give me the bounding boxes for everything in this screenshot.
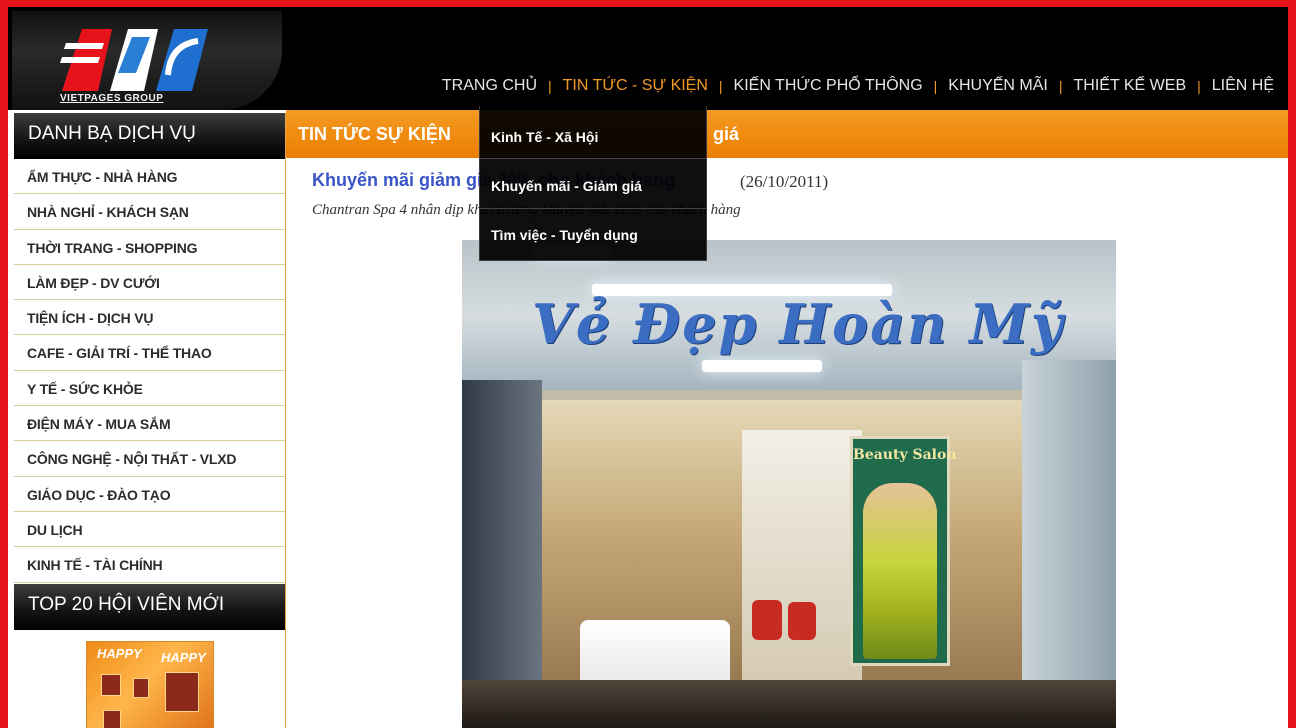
- top-navigation: TRANG CHỦ | TIN TỨC - SỰ KIỆN | KIẾN THỨ…: [438, 73, 1278, 99]
- photo-glass-left: [462, 380, 542, 728]
- category-item[interactable]: ẨM THỰC - NHÀ HÀNG: [14, 159, 285, 195]
- nav-web-design[interactable]: THIẾT KẾ WEB: [1070, 77, 1191, 95]
- thumb-graphic: [133, 678, 149, 698]
- photo-chair: [788, 602, 816, 640]
- photo-glass-right: [1022, 360, 1116, 728]
- nav-separator: |: [548, 78, 552, 94]
- category-item[interactable]: KINH TẾ - TÀI CHÍNH: [14, 547, 285, 583]
- category-item[interactable]: DU LỊCH: [14, 512, 285, 548]
- category-item[interactable]: CÔNG NGHỆ - NỘI THẤT - VLXD: [14, 441, 285, 477]
- photo-sign-text: Vẻ Đẹp Hoàn Mỹ: [532, 292, 1065, 356]
- vpc-logo-icon: [60, 29, 208, 91]
- article-photo: Beauty Salon Vẻ Đẹp Hoàn Mỹ: [462, 240, 1116, 728]
- thumb-graphic: [103, 710, 121, 728]
- nav-separator: |: [718, 78, 723, 94]
- nav-promotions[interactable]: KHUYẾN MÃI: [944, 77, 1052, 95]
- photo-chair: [752, 600, 782, 640]
- dropdown-divider: [480, 158, 706, 159]
- category-item[interactable]: LÀM ĐẸP - DV CƯỚI: [14, 265, 285, 301]
- top20-members-heading: TOP 20 HỘI VIÊN MỚI: [14, 583, 285, 630]
- nav-separator: |: [933, 78, 938, 94]
- category-item[interactable]: TIỆN ÍCH - DỊCH VỤ: [14, 300, 285, 336]
- photo-light: [702, 360, 822, 372]
- category-item[interactable]: THỜI TRANG - SHOPPING: [14, 230, 285, 265]
- news-dropdown-menu: Kinh Tế - Xã Hội Khuyến mãi - Giảm giá T…: [479, 106, 707, 261]
- nav-separator: |: [1058, 78, 1063, 94]
- salon-board-picture: [863, 483, 937, 659]
- thumb-graphic: [101, 674, 121, 696]
- logo-text: VIETPAGES GROUP: [60, 93, 164, 104]
- directory-heading: DANH BẠ DỊCH VỤ: [14, 113, 285, 159]
- photo-floor: [462, 680, 1116, 728]
- column-divider: [285, 113, 286, 728]
- category-list: ẨM THỰC - NHÀ HÀNG NHÀ NGHỈ - KHÁCH SẠN …: [14, 159, 285, 583]
- site-logo[interactable]: VIETPAGES GROUP: [12, 11, 282, 110]
- dropdown-item-promotions[interactable]: Khuyến mãi - Giảm giá: [491, 178, 642, 194]
- salon-board-text: Beauty Salon: [853, 447, 957, 463]
- dropdown-item-economy-society[interactable]: Kinh Tế - Xã Hội: [491, 129, 598, 145]
- nav-contact[interactable]: LIÊN HỆ: [1208, 77, 1278, 95]
- section-bar: TIN TỨC SỰ KIỆN giá: [286, 110, 1288, 158]
- thumb-graphic: [165, 672, 199, 712]
- member-thumbnail[interactable]: HAPPY HAPPY: [86, 641, 214, 728]
- thumb-text: HAPPY: [161, 650, 206, 665]
- category-item[interactable]: GIÁO DỤC - ĐÀO TẠO: [14, 477, 285, 512]
- nav-general-knowledge[interactable]: KIẾN THỨC PHỔ THÔNG: [730, 77, 927, 95]
- section-title: TIN TỨC SỰ KIỆN: [298, 124, 451, 144]
- category-item[interactable]: NHÀ NGHỈ - KHÁCH SẠN: [14, 194, 285, 230]
- nav-separator: |: [1197, 78, 1201, 94]
- dropdown-item-jobs[interactable]: Tìm việc - Tuyển dụng: [491, 227, 638, 243]
- site-header: VIETPAGES GROUP TRANG CHỦ | TIN TỨC - SỰ…: [8, 7, 1288, 110]
- nav-news-events[interactable]: TIN TỨC - SỰ KIỆN: [559, 77, 712, 95]
- nav-home[interactable]: TRANG CHỦ: [438, 77, 541, 95]
- section-subtitle: giá: [713, 124, 740, 144]
- dropdown-divider: [480, 208, 706, 209]
- sidebar: DANH BẠ DỊCH VỤ ẨM THỰC - NHÀ HÀNG NHÀ N…: [14, 113, 285, 728]
- category-item[interactable]: ĐIỆN MÁY - MUA SẮM: [14, 406, 285, 442]
- thumb-text: HAPPY: [97, 646, 142, 661]
- photo-salon-board: Beauty Salon: [850, 436, 957, 666]
- article-date: (26/10/2011): [740, 172, 829, 191]
- category-item[interactable]: Y TẾ - SỨC KHỎE: [14, 371, 285, 407]
- category-item[interactable]: CAFE - GIẢI TRÍ - THỂ THAO: [14, 335, 285, 371]
